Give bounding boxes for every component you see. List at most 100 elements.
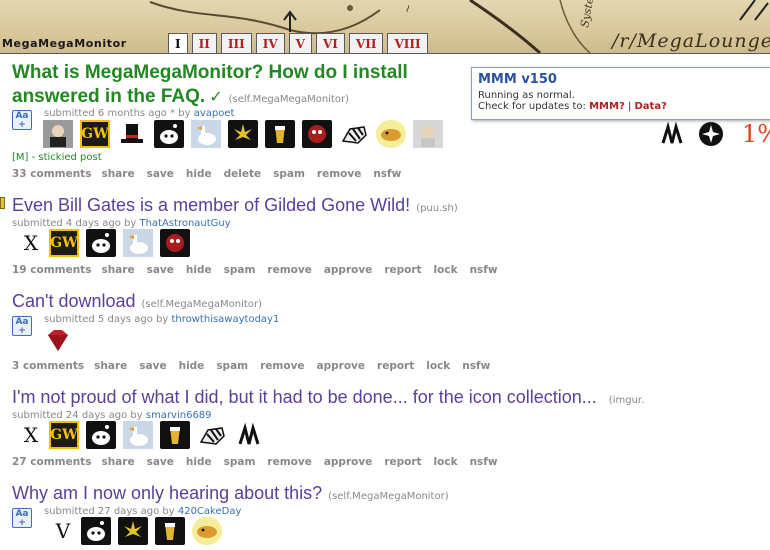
lock-button[interactable]: lock	[434, 264, 458, 276]
ruby-icon	[43, 326, 73, 354]
site-name[interactable]: MegaMegaMonitor	[2, 37, 127, 50]
report-button[interactable]: report	[384, 456, 421, 468]
page: ~ Syster MegaMegaMonitor I II III IV V V…	[0, 0, 770, 550]
remove-button[interactable]: remove	[267, 456, 311, 468]
nsfw-button[interactable]: nsfw	[373, 168, 401, 180]
post-buttons: 3 comments share save hide spam remove approve…	[12, 360, 502, 372]
post-title[interactable]: Why am I now only hearing about this?	[12, 483, 322, 503]
post-domain[interactable]: (puu.sh)	[416, 203, 458, 214]
stickied-label: [M] - stickied post	[12, 152, 102, 163]
trophy-icons	[43, 326, 80, 354]
trophy-icons: X GW	[20, 229, 197, 257]
post-buttons: 27 comments share save hide spam remove approv…	[12, 456, 510, 468]
tab-2[interactable]: II	[191, 33, 217, 53]
tab-1[interactable]: I	[168, 33, 188, 53]
tab-6[interactable]: VI	[315, 33, 345, 53]
nsfw-button[interactable]: nsfw	[462, 360, 490, 372]
tab-8[interactable]: VIII	[387, 33, 428, 53]
post-domain[interactable]: (self.MegaMegaMonitor)	[142, 299, 262, 310]
nsfw-button[interactable]: nsfw	[470, 264, 498, 276]
nsfw-button[interactable]: nsfw	[470, 456, 498, 468]
post-buttons: 33 comments share save hide delete spam remove…	[12, 168, 413, 180]
post-tagline: submitted 4 days ago by ThatAstronautGuy	[12, 218, 231, 229]
tab-7[interactable]: VII	[348, 33, 384, 53]
approve-button[interactable]: approve	[317, 360, 365, 372]
author-link[interactable]: throwthisawaytoday1	[171, 314, 279, 325]
remove-button[interactable]: remove	[317, 168, 361, 180]
post-domain[interactable]: (imgur.	[609, 395, 644, 406]
svg-text:~: ~	[400, 3, 415, 15]
save-button[interactable]: save	[147, 168, 174, 180]
comments-link[interactable]: 27 comments	[12, 456, 91, 468]
post-title[interactable]: Can't download	[12, 291, 136, 311]
red-creature-icon	[160, 229, 190, 257]
post-title-cont[interactable]: answered in the FAQ.	[12, 86, 205, 107]
x-icon: X	[23, 423, 39, 447]
save-button[interactable]: save	[147, 264, 174, 276]
snoo-icon	[154, 120, 184, 148]
percentage-indicator: 1%	[742, 120, 770, 148]
spam-button[interactable]: spam	[216, 360, 248, 372]
snoo-icon	[86, 229, 116, 257]
spam-button[interactable]: spam	[224, 264, 256, 276]
beer-icon	[155, 517, 185, 545]
lock-button[interactable]: lock	[434, 456, 458, 468]
post-tagline: submitted 27 days ago by 420CakeDay	[44, 506, 242, 517]
hide-button[interactable]: hide	[186, 264, 212, 276]
author-link[interactable]: avapoet	[194, 108, 235, 119]
check-mmm-link[interactable]: MMM?	[589, 101, 625, 112]
delete-button[interactable]: delete	[224, 168, 262, 180]
lock-button[interactable]: lock	[426, 360, 450, 372]
popup-status: Running as normal.	[478, 90, 575, 101]
gold-marker	[0, 197, 5, 209]
save-button[interactable]: save	[139, 360, 166, 372]
spam-button[interactable]: spam	[273, 168, 305, 180]
author-link[interactable]: smarvin6689	[146, 410, 212, 421]
share-button[interactable]: share	[94, 360, 127, 372]
post-4-title-row: I'm not proud of what I did, but it had …	[12, 387, 644, 408]
author-link[interactable]: 420CakeDay	[178, 506, 242, 517]
beer-icon	[265, 120, 295, 148]
post-title[interactable]: What is MegaMegaMonitor? How do I instal…	[12, 62, 408, 84]
tab-3[interactable]: III	[220, 33, 252, 53]
tab-5[interactable]: V	[288, 33, 312, 53]
post-title[interactable]: I'm not proud of what I did, but it had …	[12, 387, 597, 407]
report-button[interactable]: report	[377, 360, 414, 372]
post-tagline: submitted 6 months ago * by avapoet	[44, 108, 235, 119]
trophy-icons: X GW	[20, 421, 271, 449]
author-link[interactable]: ThatAstronautGuy	[139, 218, 230, 229]
hide-button[interactable]: hide	[186, 456, 212, 468]
comments-link[interactable]: 19 comments	[12, 264, 91, 276]
popup-right-icons: 1%	[657, 120, 770, 148]
share-button[interactable]: share	[101, 456, 134, 468]
approve-button[interactable]: approve	[324, 264, 372, 276]
report-button[interactable]: report	[384, 264, 421, 276]
flair-icon[interactable]: Aa +	[12, 316, 32, 336]
remove-button[interactable]: remove	[260, 360, 304, 372]
share-button[interactable]: share	[101, 168, 134, 180]
header-divider	[0, 53, 770, 54]
comments-link[interactable]: 3 comments	[12, 360, 84, 372]
svg-text:Syster: Syster	[578, 0, 597, 29]
hide-button[interactable]: hide	[186, 168, 212, 180]
tab-4[interactable]: IV	[255, 33, 285, 53]
flair-icon[interactable]: Aa +	[12, 508, 32, 528]
spam-button[interactable]: spam	[224, 456, 256, 468]
save-button[interactable]: save	[147, 456, 174, 468]
remove-button[interactable]: remove	[267, 264, 311, 276]
check-data-link[interactable]: Data?	[635, 101, 667, 112]
header-banner: ~ Syster MegaMegaMonitor I II III IV V V…	[0, 0, 770, 53]
comments-link[interactable]: 33 comments	[12, 168, 91, 180]
post-title[interactable]: Even Bill Gates is a member of Gilded Go…	[12, 195, 410, 215]
subreddit-title[interactable]: /r/MegaLounge	[612, 30, 770, 52]
hamster-icon	[376, 120, 406, 148]
red-creature-icon	[302, 120, 332, 148]
post-domain[interactable]: (self.MegaMegaMonitor)	[328, 491, 448, 502]
hamster-icon	[192, 517, 222, 545]
approve-button[interactable]: approve	[324, 456, 372, 468]
share-button[interactable]: share	[101, 264, 134, 276]
post-domain[interactable]: (self.MegaMegaMonitor)	[229, 94, 349, 105]
flair-icon[interactable]: Aa +	[12, 110, 32, 130]
v-icon: V	[55, 519, 71, 543]
hide-button[interactable]: hide	[179, 360, 205, 372]
